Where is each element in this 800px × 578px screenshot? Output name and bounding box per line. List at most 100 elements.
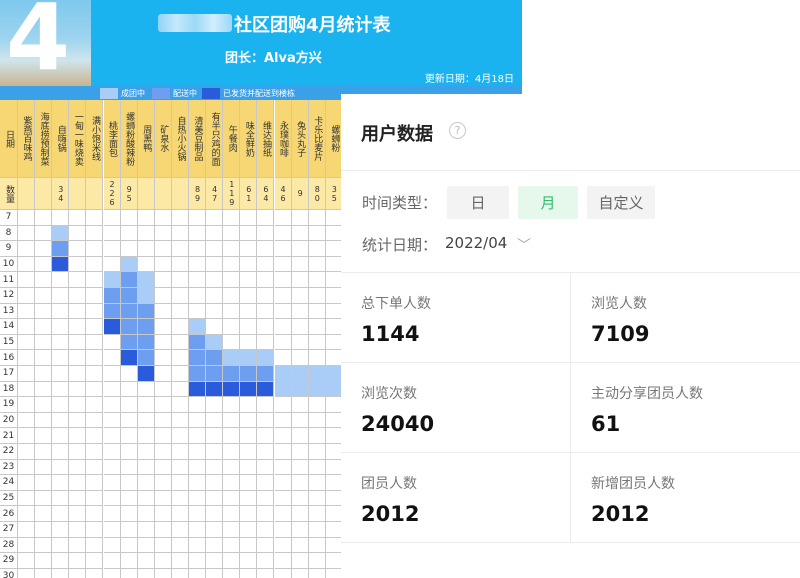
- date-header: 日期: [0, 100, 18, 178]
- time-type-month-button[interactable]: 月: [518, 186, 578, 219]
- status-cell: [206, 334, 224, 351]
- status-cell: [240, 444, 258, 460]
- status-cell: [35, 210, 53, 226]
- product-qty: [35, 178, 53, 210]
- status-cell: [223, 412, 241, 429]
- user-data-panel: 用户数据 ? 时间类型： 日 月 自定义 统计日期： 2022/04 ﹀ 总下单…: [341, 94, 800, 578]
- status-cell: [52, 522, 70, 538]
- status-cell: [137, 444, 155, 460]
- status-cell: [257, 553, 275, 569]
- status-cell: [103, 428, 121, 444]
- stat-label: 总下单人数: [361, 296, 431, 312]
- status-cell: [52, 225, 70, 242]
- status-cell: [137, 241, 155, 257]
- status-cell: [103, 210, 121, 226]
- status-cell: [189, 568, 207, 578]
- status-cell: [189, 506, 207, 522]
- day-label: 22: [0, 444, 18, 460]
- status-cell: [274, 412, 292, 429]
- status-cell: [69, 553, 87, 569]
- status-cell: [291, 444, 309, 460]
- status-cell: [257, 475, 275, 491]
- product-qty: 47: [206, 178, 224, 210]
- product-header: 矿泉水: [154, 100, 172, 178]
- stat-label: 团员人数: [361, 476, 417, 492]
- status-cell: [154, 319, 172, 335]
- status-cell: [69, 381, 87, 398]
- stat-value: 1144: [361, 322, 420, 346]
- status-cell: [69, 350, 87, 366]
- status-cell: [308, 288, 326, 304]
- status-cell: [137, 490, 155, 507]
- status-cell: [206, 475, 224, 491]
- status-cell: [120, 272, 138, 288]
- status-cell: [308, 506, 326, 522]
- time-type-custom-button[interactable]: 自定义: [587, 186, 655, 219]
- status-cell: [308, 490, 326, 507]
- chevron-down-icon[interactable]: ﹀: [517, 235, 531, 255]
- status-cell: [154, 506, 172, 522]
- status-cell: [120, 350, 138, 366]
- status-cell: [189, 475, 207, 491]
- status-cell: [206, 537, 224, 554]
- status-cell: [86, 381, 104, 398]
- status-cell: [86, 490, 104, 507]
- product-header: 周黑鸭: [137, 100, 155, 178]
- status-cell: [206, 459, 224, 476]
- status-cell: [35, 412, 53, 429]
- status-cell: [137, 272, 155, 288]
- status-cell: [171, 553, 189, 569]
- status-cell: [189, 350, 207, 366]
- stat-sharing-members: 主动分享团员人数 61: [571, 363, 800, 452]
- product-header: 紫燕百味鸡: [18, 100, 36, 178]
- status-cell: [291, 319, 309, 335]
- status-cell: [189, 256, 207, 273]
- status-cell: [86, 506, 104, 522]
- status-cell: [223, 568, 241, 578]
- status-cell: [308, 210, 326, 226]
- status-cell: [240, 225, 258, 242]
- status-cell: [223, 537, 241, 554]
- status-cell: [69, 225, 87, 242]
- status-cell: [171, 366, 189, 382]
- status-cell: [171, 397, 189, 413]
- status-cell: [69, 506, 87, 522]
- status-cell: [206, 506, 224, 522]
- status-cell: [137, 210, 155, 226]
- divider: [570, 273, 571, 542]
- status-cell: [154, 366, 172, 382]
- legend-item: 已发货并配送到楼栋: [202, 86, 295, 100]
- time-type-day-button[interactable]: 日: [447, 186, 509, 219]
- status-cell: [154, 241, 172, 257]
- status-cell: [86, 366, 104, 382]
- status-cell: [137, 350, 155, 366]
- status-cell: [103, 366, 121, 382]
- status-cell: [206, 568, 224, 578]
- stat-label: 新增团员人数: [591, 476, 675, 492]
- status-cell: [154, 303, 172, 320]
- stat-date-select[interactable]: 2022/04: [445, 234, 507, 252]
- status-cell: [103, 553, 121, 569]
- status-cell: [86, 444, 104, 460]
- status-cell: [86, 412, 104, 429]
- status-cell: [274, 537, 292, 554]
- status-cell: [274, 490, 292, 507]
- product-qty: [69, 178, 87, 210]
- status-cell: [86, 288, 104, 304]
- status-cell: [240, 428, 258, 444]
- status-cell: [308, 272, 326, 288]
- status-cell: [35, 303, 53, 320]
- stat-new-members: 新增团员人数 2012: [571, 453, 800, 542]
- status-cell: [257, 428, 275, 444]
- status-cell: [274, 225, 292, 242]
- day-label: 15: [0, 334, 18, 351]
- status-cell: [308, 334, 326, 351]
- status-cell: [223, 444, 241, 460]
- status-cell: [35, 475, 53, 491]
- day-label: 12: [0, 288, 18, 304]
- status-cell: [103, 475, 121, 491]
- status-cell: [240, 303, 258, 320]
- product-header: 维达抽纸: [257, 100, 275, 178]
- status-cell: [257, 490, 275, 507]
- question-circle-icon[interactable]: ?: [449, 122, 466, 139]
